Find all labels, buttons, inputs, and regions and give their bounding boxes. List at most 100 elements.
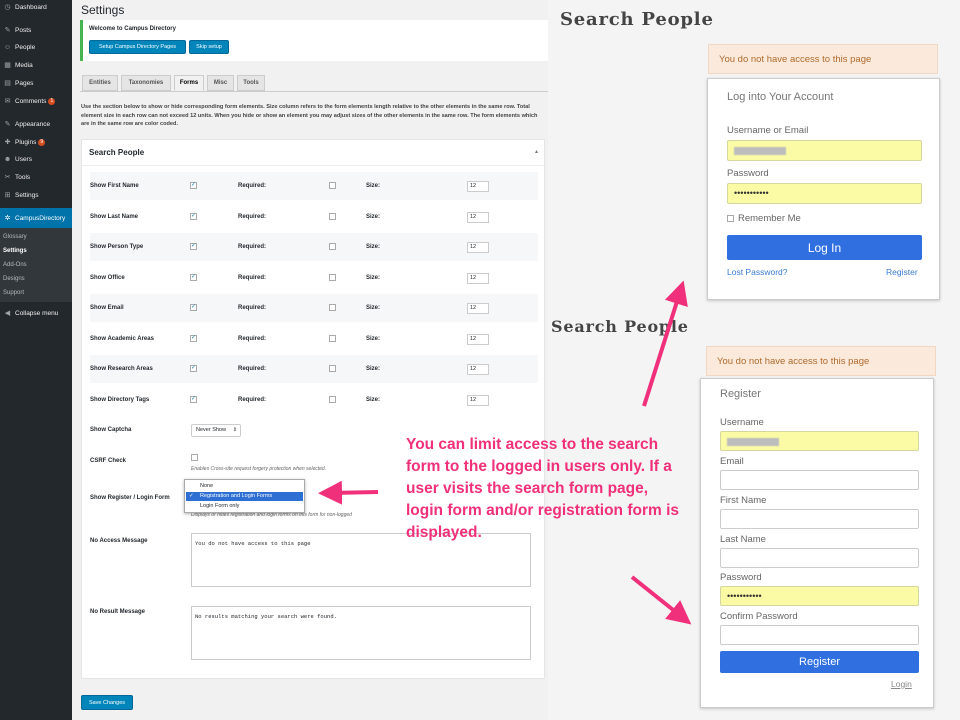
size-input[interactable]: 12 (467, 395, 489, 406)
submenu-designs[interactable]: Designs (3, 276, 25, 282)
size-input[interactable]: 12 (467, 364, 489, 375)
tab-taxonomies[interactable]: Taxonomies (121, 75, 171, 91)
menu-plugins[interactable]: ✚ Plugins 9 (0, 135, 72, 149)
option-label: Registration and Login Forms (200, 493, 273, 499)
password-input[interactable]: ••••••••••• (727, 183, 922, 204)
tab-misc[interactable]: Misc (207, 75, 234, 91)
show-checkbox[interactable]: ✓ (190, 213, 197, 220)
size-input[interactable]: 12 (467, 303, 489, 314)
reg-first-name-input[interactable] (720, 509, 919, 529)
admin-sidebar: ◷ Dashboard ✎ Posts ☺ People ▦ Media ▤ Pages … (0, 0, 72, 720)
size-input[interactable]: 12 (467, 273, 489, 284)
size-label: Size: (366, 183, 381, 189)
setup-pages-button[interactable]: Setup Campus Directory Pages (89, 40, 186, 54)
captcha-select[interactable]: Never Show ⇕ (191, 424, 241, 437)
tab-entities[interactable]: Entities (82, 75, 118, 91)
form-option-row: Show First Name ✓ Required: Size: 12 (90, 172, 538, 200)
option-none[interactable]: None (186, 482, 303, 491)
menu-dashboard[interactable]: ◷ Dashboard (0, 0, 72, 14)
pin-icon: ✎ (4, 27, 11, 34)
no-result-textarea[interactable]: No results matching your search were fou… (191, 606, 531, 660)
no-access-label: No Access Message (90, 538, 148, 544)
lost-password-link[interactable]: Lost Password? (727, 267, 787, 277)
menu-label: Users (15, 155, 32, 163)
required-label: Required: (238, 305, 267, 311)
show-checkbox[interactable]: ✓ (190, 335, 197, 342)
reg-username-input[interactable] (720, 431, 919, 451)
menu-label: Pages (15, 79, 34, 87)
size-input[interactable]: 12 (467, 212, 489, 223)
users-icon: ☻ (3, 155, 12, 163)
csrf-hint: Enables Cross-site request forgery prote… (191, 466, 327, 472)
menu-label: Settings (15, 191, 39, 199)
required-checkbox[interactable] (329, 304, 336, 311)
tab-forms[interactable]: Forms (174, 75, 204, 91)
dashboard-icon: ◷ (4, 4, 11, 11)
required-checkbox[interactable] (329, 182, 336, 189)
menu-media[interactable]: ▦ Media (0, 58, 72, 72)
reg-email-label: Email (720, 456, 744, 467)
register-card: Register Username Email First Name Last … (700, 378, 934, 708)
required-checkbox[interactable] (329, 274, 336, 281)
form-option-row: Show Email ✓ Required: Size: 12 (90, 294, 538, 322)
required-checkbox[interactable] (329, 365, 336, 372)
login-button[interactable]: Log In (727, 235, 922, 260)
required-checkbox[interactable] (329, 243, 336, 250)
menu-pages[interactable]: ▤ Pages (0, 76, 72, 90)
select-arrows-icon: ⇕ (232, 427, 237, 433)
login-link[interactable]: Login (891, 679, 912, 689)
menu-users[interactable]: ☻ Users (0, 152, 72, 166)
menu-people[interactable]: ☺ People (0, 40, 72, 54)
remember-me-checkbox[interactable] (727, 215, 734, 222)
size-input[interactable]: 12 (467, 181, 489, 192)
required-checkbox[interactable] (329, 213, 336, 220)
tab-divider (80, 91, 548, 92)
register-login-dropdown[interactable]: None ✓ Registration and Login Forms Login… (184, 479, 305, 513)
save-changes-button[interactable]: Save Changes (81, 695, 133, 710)
reg-confirm-password-label: Confirm Password (720, 611, 798, 622)
menu-posts[interactable]: ✎ Posts (0, 23, 72, 37)
username-input[interactable] (727, 140, 922, 161)
login-access-alert: You do not have access to this page (708, 44, 938, 74)
people-icon: ☺ (3, 43, 12, 51)
reg-last-name-input[interactable] (720, 548, 919, 568)
register-button[interactable]: Register (720, 651, 919, 673)
panel-toggle-icon[interactable]: ▴ (535, 148, 538, 155)
csrf-checkbox[interactable] (191, 454, 198, 461)
required-checkbox[interactable] (329, 396, 336, 403)
plugins-count-badge: 9 (38, 138, 46, 146)
show-checkbox[interactable]: ✓ (190, 304, 197, 311)
reg-email-input[interactable] (720, 470, 919, 490)
show-checkbox[interactable]: ✓ (190, 365, 197, 372)
reg-confirm-password-input[interactable] (720, 625, 919, 645)
skip-setup-button[interactable]: Skip setup (189, 40, 229, 54)
menu-campus-directory[interactable]: ✲ CampusDirectory (0, 208, 72, 228)
menu-comments[interactable]: ✉ Comments 1 (0, 94, 72, 108)
show-checkbox[interactable]: ✓ (190, 243, 197, 250)
menu-settings[interactable]: ⊞ Settings (0, 188, 72, 202)
register-link[interactable]: Register (886, 267, 918, 277)
option-login-only[interactable]: Login Form only (186, 502, 303, 511)
row-label: Show Email (90, 305, 124, 311)
size-input[interactable]: 12 (467, 242, 489, 253)
submenu-settings[interactable]: Settings (3, 248, 27, 254)
panel-divider (82, 165, 544, 166)
size-input[interactable]: 12 (467, 334, 489, 345)
required-checkbox[interactable] (329, 335, 336, 342)
menu-appearance[interactable]: ✎ Appearance (0, 117, 72, 131)
show-checkbox[interactable]: ✓ (190, 182, 197, 189)
menu-tools[interactable]: ✂ Tools (0, 170, 72, 184)
show-checkbox[interactable]: ✓ (190, 396, 197, 403)
collapse-menu[interactable]: ◀ Collapse menu (0, 306, 72, 320)
submenu-glossary[interactable]: Glossary (3, 234, 27, 240)
settings-icon: ⊞ (4, 192, 11, 199)
register-access-alert: You do not have access to this page (706, 346, 936, 376)
reg-password-input[interactable]: ••••••••••• (720, 586, 919, 606)
submenu-add-ons[interactable]: Add-Ons (3, 262, 27, 268)
menu-label: Posts (15, 26, 32, 34)
option-registration-and-login[interactable]: ✓ Registration and Login Forms (186, 492, 303, 501)
show-checkbox[interactable]: ✓ (190, 274, 197, 281)
tab-tools[interactable]: Tools (237, 75, 265, 91)
row-label: Show Research Areas (90, 366, 153, 372)
submenu-support[interactable]: Support (3, 290, 24, 296)
